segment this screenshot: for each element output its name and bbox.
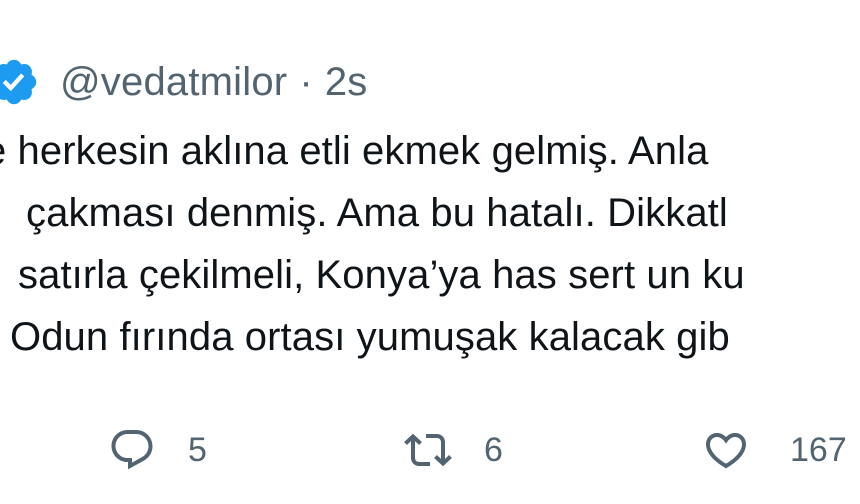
heart-icon xyxy=(702,426,750,474)
tweet-text-line: satırla çekilmeli, Konya’ya has sert un … xyxy=(18,253,745,297)
tweet-text-line: Odun fırında ortası yumuşak kalacak gib xyxy=(10,315,730,359)
tweet-header: @vedatmilor · 2s xyxy=(0,54,368,110)
tweet-text-line: e herkesin aklına etli ekmek gelmiş. Anl… xyxy=(0,129,709,173)
tweet-text: e herkesin aklına etli ekmek gelmiş. Anl… xyxy=(0,120,860,368)
retweet-count: 6 xyxy=(484,430,503,469)
user-handle[interactable]: @vedatmilor xyxy=(60,60,287,105)
retweet-icon xyxy=(404,426,452,474)
reply-count: 5 xyxy=(188,430,207,469)
tweet-actions: 5 6 167 xyxy=(0,420,860,480)
separator-dot: · xyxy=(299,59,313,104)
reply-icon xyxy=(108,426,156,474)
tweet-text-line: çakması denmiş. Ama bu hatalı. Dikkatl xyxy=(26,191,728,235)
timestamp[interactable]: 2s xyxy=(325,60,368,105)
tweet: @vedatmilor · 2s e herkesin aklına etli … xyxy=(0,0,860,504)
reply-button[interactable]: 5 xyxy=(108,420,207,480)
like-count: 167 xyxy=(790,430,847,469)
retweet-button[interactable]: 6 xyxy=(404,420,503,480)
like-button[interactable]: 167 xyxy=(702,420,847,480)
verified-badge-icon xyxy=(0,56,40,108)
